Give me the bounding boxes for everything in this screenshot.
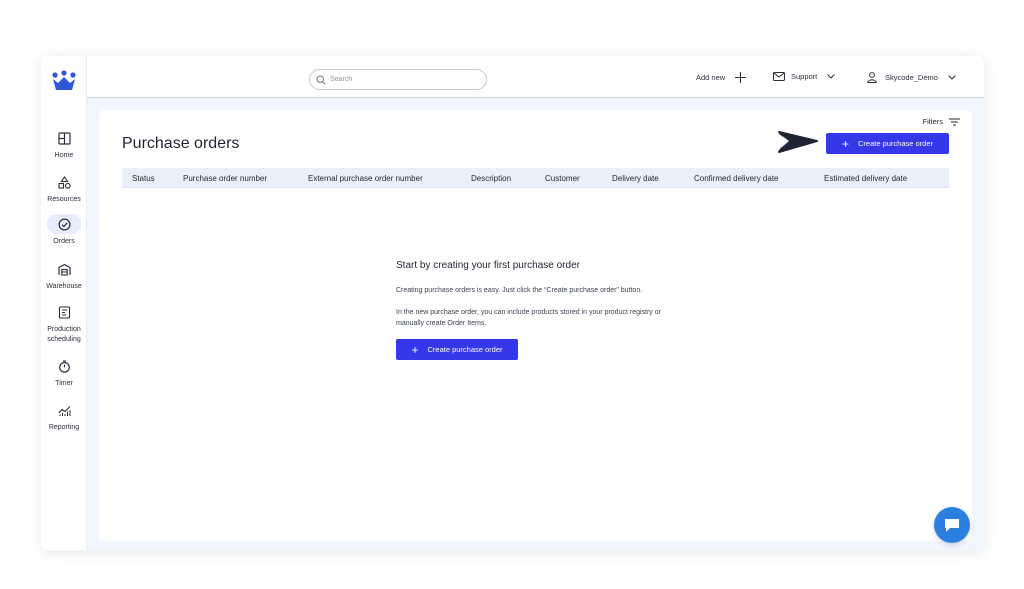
sidebar-item-production-scheduling[interactable]: Production scheduling	[41, 302, 87, 345]
plus-icon	[735, 72, 747, 83]
sidebar: Home Resources Orders Warehouse Producti…	[41, 56, 87, 550]
sidebar-item-home[interactable]: Home	[41, 128, 87, 161]
plus-icon: +	[841, 136, 849, 151]
app-window: Home Resources Orders Warehouse Producti…	[41, 56, 984, 550]
search-icon	[316, 74, 326, 85]
empty-state-create-label: Create purchase order	[427, 345, 503, 354]
plus-icon: +	[411, 342, 419, 357]
sidebar-item-timer[interactable]: Timer	[41, 356, 87, 389]
resources-icon	[57, 175, 71, 189]
sidebar-item-warehouse[interactable]: Warehouse	[41, 259, 87, 292]
column-header-external-purchase-order-number[interactable]: External purchase order number	[308, 174, 423, 183]
sidebar-item-label: Resources	[47, 196, 81, 203]
empty-state-paragraph: In the new purchase order, you can inclu…	[396, 309, 661, 327]
create-purchase-order-button[interactable]: + Create purchase order	[826, 133, 949, 154]
column-header-description[interactable]: Description	[471, 174, 511, 183]
empty-state-title: Start by creating your first purchase or…	[396, 260, 580, 271]
chat-button[interactable]	[934, 507, 970, 543]
purchase-orders-card: Filters Purchase orders + Create purchas…	[99, 110, 972, 541]
empty-state-create-button[interactable]: + Create purchase order	[396, 339, 518, 360]
chevron-down-icon	[948, 75, 956, 80]
sidebar-item-label: Orders	[53, 238, 75, 245]
column-header-status[interactable]: Status	[132, 174, 155, 183]
logo-icon	[52, 70, 76, 90]
warehouse-icon	[57, 263, 71, 276]
sidebar-item-orders[interactable]: Orders	[41, 214, 87, 247]
empty-state-paragraph: Creating purchase orders is easy. Just c…	[396, 287, 643, 294]
sidebar-item-label: Warehouse	[46, 283, 82, 290]
sidebar-item-label: Reporting	[48, 424, 80, 431]
search-input[interactable]	[330, 76, 470, 83]
column-header-customer[interactable]: Customer	[545, 174, 580, 183]
production-scheduling-icon	[58, 305, 70, 319]
table-header: Status Purchase order number External pu…	[122, 168, 949, 188]
sidebar-item-resources[interactable]: Resources	[41, 172, 87, 205]
mail-icon	[773, 72, 785, 81]
page-title: Purchase orders	[122, 135, 240, 152]
support-menu[interactable]: Support	[773, 72, 836, 81]
support-label: Support	[791, 72, 818, 81]
search-box[interactable]	[309, 69, 487, 90]
chat-bubble-icon	[945, 518, 959, 532]
user-icon	[867, 72, 877, 83]
reporting-icon	[58, 405, 70, 416]
add-new-button[interactable]: Add new	[696, 72, 747, 83]
filters-button[interactable]: Filters	[923, 117, 960, 126]
user-name: Skycode_Demo	[885, 73, 938, 82]
column-header-purchase-order-number[interactable]: Purchase order number	[183, 174, 267, 183]
column-header-estimated-delivery-date[interactable]: Estimated delivery date	[824, 174, 907, 183]
column-header-confirmed-delivery-date[interactable]: Confirmed delivery date	[694, 174, 778, 183]
top-bar: Add new Support Skycode_Demo	[87, 56, 984, 98]
chevron-down-icon	[827, 74, 836, 79]
home-icon	[57, 131, 71, 145]
column-header-delivery-date[interactable]: Delivery date	[612, 174, 659, 183]
sidebar-item-label: Home	[54, 152, 74, 159]
create-purchase-order-label: Create purchase order	[857, 139, 934, 148]
sidebar-item-reporting[interactable]: Reporting	[41, 400, 87, 433]
filters-label: Filters	[922, 117, 943, 126]
orders-icon	[57, 217, 71, 231]
add-new-label: Add new	[696, 73, 726, 82]
main-content: Filters Purchase orders + Create purchas…	[87, 98, 984, 550]
filter-icon	[949, 117, 960, 126]
user-menu[interactable]: Skycode_Demo	[867, 72, 956, 83]
sidebar-item-label: Timer	[55, 380, 73, 387]
sidebar-item-label: Production scheduling	[47, 326, 81, 343]
pointer-arrow-icon	[778, 131, 818, 153]
timer-icon	[58, 359, 70, 373]
